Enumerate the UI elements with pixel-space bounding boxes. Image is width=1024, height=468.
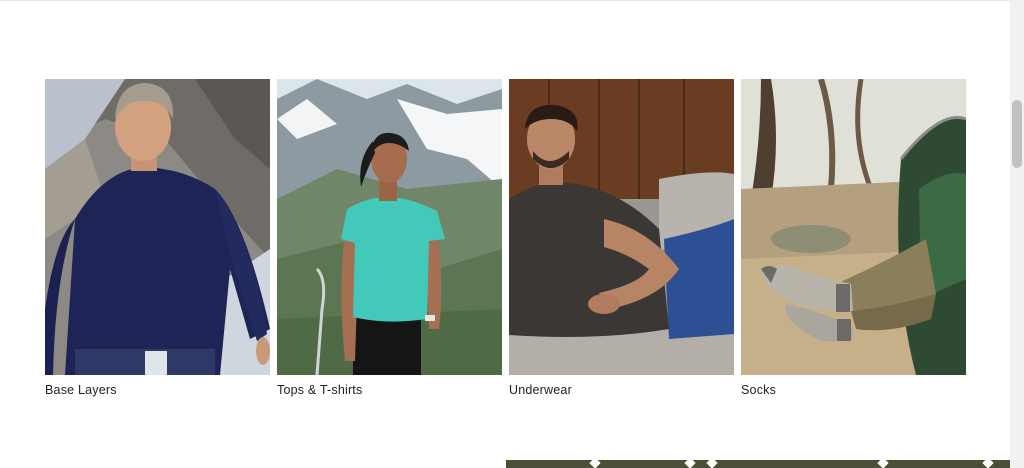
banner-diamond-icon (706, 460, 718, 468)
banner-diamond-icon (877, 460, 889, 468)
category-label[interactable]: Socks (741, 383, 966, 397)
banner-diamond-icon (589, 460, 601, 468)
category-label[interactable]: Tops & T-shirts (277, 383, 502, 397)
top-divider (0, 0, 1010, 1)
base-layers-image[interactable] (45, 79, 270, 375)
category-label[interactable]: Underwear (509, 383, 734, 397)
banner-diamond-icon (982, 460, 994, 468)
category-card-base-layers[interactable]: Base Layers (45, 79, 270, 397)
scrollbar-thumb[interactable] (1012, 100, 1022, 168)
banner-diamond-icon (684, 460, 696, 468)
scrollbar-track[interactable] (1010, 0, 1024, 468)
tops-tshirts-image[interactable] (277, 79, 502, 375)
category-grid: Base Layers Tops & T-shirts Underwear So… (45, 79, 966, 397)
underwear-image[interactable] (509, 79, 734, 375)
socks-image[interactable] (741, 79, 966, 375)
page: Base Layers Tops & T-shirts Underwear So… (0, 0, 1024, 468)
promo-banner (506, 460, 1010, 468)
category-label[interactable]: Base Layers (45, 383, 270, 397)
category-card-underwear[interactable]: Underwear (509, 79, 734, 397)
category-card-socks[interactable]: Socks (741, 79, 966, 397)
category-card-tops-tshirts[interactable]: Tops & T-shirts (277, 79, 502, 397)
